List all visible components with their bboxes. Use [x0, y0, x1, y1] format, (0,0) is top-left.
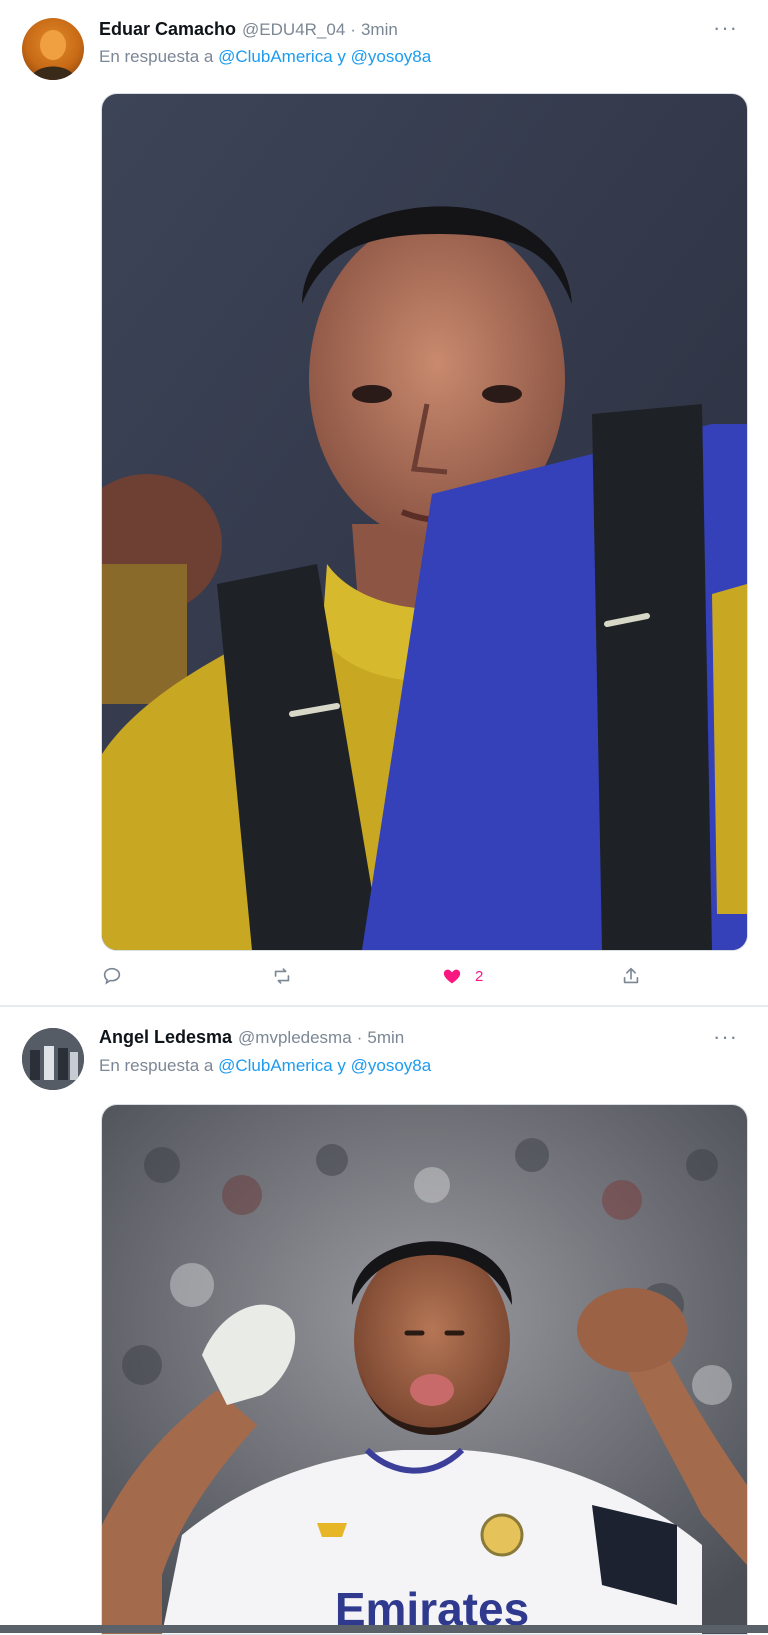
separator: ·	[356, 1028, 363, 1047]
author-handle[interactable]: @EDU4R_04	[242, 20, 345, 40]
share-button[interactable]	[620, 965, 642, 987]
tweet-actions: 2	[0, 965, 768, 995]
reply-join: y	[337, 47, 346, 66]
separator: ·	[350, 20, 356, 39]
tweet-header: Eduar Camacho @EDU4R_04 · 3min	[99, 19, 398, 43]
bottom-scroll-bar	[0, 1625, 768, 1633]
mention-link[interactable]: @yosoy8a	[351, 1056, 432, 1075]
more-options-icon[interactable]: ···	[713, 1026, 738, 1048]
photo-player-portrait	[102, 94, 747, 950]
mention-link[interactable]: @ClubAmerica	[218, 47, 333, 66]
tweet-feed: Eduar Camacho @EDU4R_04 · 3min En respue…	[0, 0, 768, 1635]
tweet-photo[interactable]	[101, 93, 748, 951]
heart-icon	[443, 969, 461, 984]
mention-link[interactable]: @yosoy8a	[351, 47, 432, 66]
mention-link[interactable]: @ClubAmerica	[218, 1056, 333, 1075]
like-button[interactable]: 2	[441, 965, 483, 987]
timestamp[interactable]: 3min	[361, 20, 398, 40]
avatar[interactable]	[22, 18, 84, 80]
tweet-photo[interactable]: Emirates	[101, 1104, 748, 1635]
reply-prefix: En respuesta a	[99, 47, 214, 66]
author-name[interactable]: Angel Ledesma	[99, 1027, 232, 1048]
reply-context: En respuesta a @ClubAmerica y @yosoy8a	[99, 1056, 431, 1076]
share-icon	[623, 967, 639, 984]
tweet[interactable]: Eduar Camacho @EDU4R_04 · 3min En respue…	[0, 0, 768, 1007]
reply-context: En respuesta a @ClubAmerica y @yosoy8a	[99, 47, 431, 67]
avatar[interactable]	[22, 1028, 84, 1090]
reply-join: y	[337, 1056, 346, 1075]
reply-button[interactable]	[101, 965, 123, 987]
like-count: 2	[475, 967, 484, 985]
tweet[interactable]: Angel Ledesma @mvpledesma · 5min En resp…	[0, 1007, 768, 1635]
tweet-header: Angel Ledesma @mvpledesma · 5min	[99, 1027, 404, 1051]
author-name[interactable]: Eduar Camacho	[99, 19, 236, 40]
more-options-icon[interactable]: ···	[713, 17, 738, 39]
author-handle[interactable]: @mvpledesma	[238, 1028, 352, 1048]
reply-icon	[103, 967, 121, 985]
photo-player-celebrating: Emirates	[102, 1105, 747, 1634]
reply-prefix: En respuesta a	[99, 1056, 214, 1075]
retweet-button[interactable]	[271, 965, 293, 987]
retweet-icon	[274, 968, 290, 984]
timestamp[interactable]: 5min	[367, 1028, 404, 1048]
